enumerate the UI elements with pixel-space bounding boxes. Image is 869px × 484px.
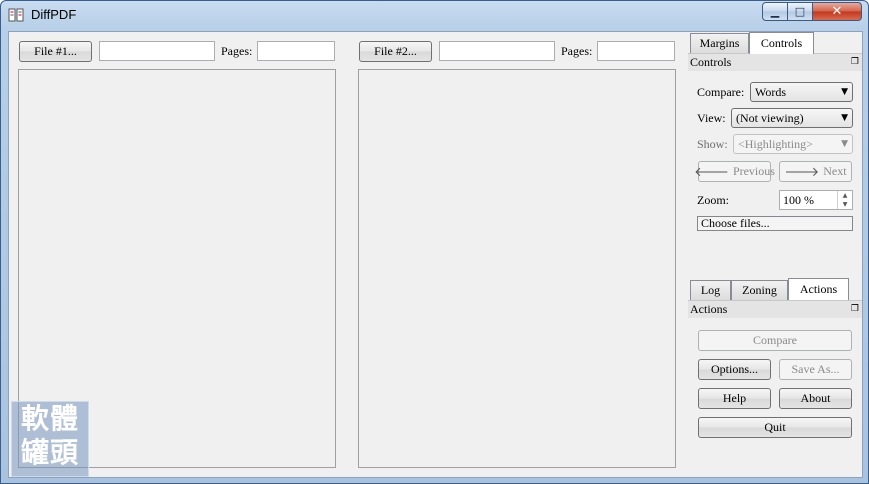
close-icon: ✕ — [831, 4, 843, 19]
options-button[interactable]: Options... — [698, 359, 771, 380]
tab-log[interactable]: Log — [690, 280, 731, 300]
controls-dock-title: Controls — [690, 55, 732, 69]
file2-page-view[interactable] — [358, 69, 676, 468]
file1-pages-input[interactable] — [257, 41, 335, 61]
compare-button[interactable]: Compare — [698, 330, 852, 351]
file1-path-input[interactable] — [99, 41, 215, 61]
view-select[interactable]: (Not viewing) ▼ — [731, 108, 853, 128]
choose-files-button[interactable]: Choose files... — [697, 216, 853, 231]
next-label: Next — [823, 164, 847, 178]
restore-dock-icon[interactable]: ❐ — [851, 304, 859, 314]
tab-actions[interactable]: Actions — [788, 278, 849, 300]
spin-arrows-icon[interactable]: ▲ ▼ — [837, 191, 852, 209]
file1-pages-label: Pages: — [221, 44, 253, 58]
minimize-icon: ▁ — [770, 5, 780, 18]
compare-select[interactable]: Words ▼ — [750, 82, 853, 102]
zoom-label: Zoom: — [697, 193, 729, 207]
restore-dock-icon[interactable]: ❐ — [851, 57, 859, 67]
view-label: View: — [697, 111, 726, 125]
compare-value: Words — [755, 85, 787, 99]
close-button[interactable]: ✕ — [812, 2, 862, 21]
previous-label: Previous — [732, 164, 775, 178]
compare-label: Compare: — [697, 85, 745, 99]
quit-button[interactable]: Quit — [698, 417, 852, 438]
actions-dock-title: Actions — [690, 302, 728, 316]
arrow-right-icon: 🡒 — [784, 164, 820, 180]
zoom-spinbox[interactable]: 100 % ▲ ▼ — [779, 190, 853, 210]
arrow-left-icon: 🡐 — [694, 164, 729, 180]
actions-dock-header: Actions ❐ — [688, 300, 862, 318]
help-button[interactable]: Help — [698, 388, 771, 409]
dropdown-arrow-icon: ▼ — [841, 139, 848, 149]
dropdown-arrow-icon: ▼ — [841, 113, 848, 123]
watermark-line-2: 罐頭 — [20, 436, 79, 469]
tab-zoning[interactable]: Zoning — [731, 280, 788, 300]
show-label: Show: — [697, 137, 728, 151]
watermark-logo: 軟體 罐頭 — [11, 401, 89, 477]
previous-button[interactable]: 🡐 Previous — [694, 161, 775, 182]
tab-controls[interactable]: Controls — [749, 32, 814, 54]
file2-path-input[interactable] — [439, 41, 555, 61]
dropdown-arrow-icon: ▼ — [841, 87, 848, 97]
view-value: (Not viewing) — [736, 111, 804, 125]
title-bar[interactable]: DiffPDF ▁ □ ✕ — [1, 1, 868, 31]
file2-pages-input[interactable] — [597, 41, 675, 61]
client-area: File #1... Pages: File #2... Pages: Marg… — [8, 31, 863, 478]
maximize-icon: □ — [794, 5, 806, 18]
window-title: DiffPDF — [31, 7, 77, 22]
minimize-button[interactable]: ▁ — [762, 2, 788, 21]
show-value: <Highlighting> — [738, 137, 813, 151]
watermark-line-1: 軟體 — [20, 402, 79, 435]
tab-margins[interactable]: Margins — [690, 33, 749, 53]
file2-button[interactable]: File #2... — [359, 41, 432, 62]
save-as-button[interactable]: Save As... — [779, 359, 852, 380]
maximize-button[interactable]: □ — [787, 2, 813, 21]
show-select[interactable]: <Highlighting> ▼ — [733, 134, 853, 154]
next-button[interactable]: 🡒 Next — [779, 161, 852, 182]
file1-button[interactable]: File #1... — [19, 41, 92, 62]
app-window: DiffPDF ▁ □ ✕ File #1... Pages: File #2.… — [0, 0, 869, 484]
zoom-value: 100 % — [783, 193, 814, 207]
file2-pages-label: Pages: — [561, 44, 593, 58]
controls-dock-header: Controls ❐ — [688, 53, 862, 71]
app-icon — [8, 8, 24, 22]
about-button[interactable]: About — [779, 388, 852, 409]
